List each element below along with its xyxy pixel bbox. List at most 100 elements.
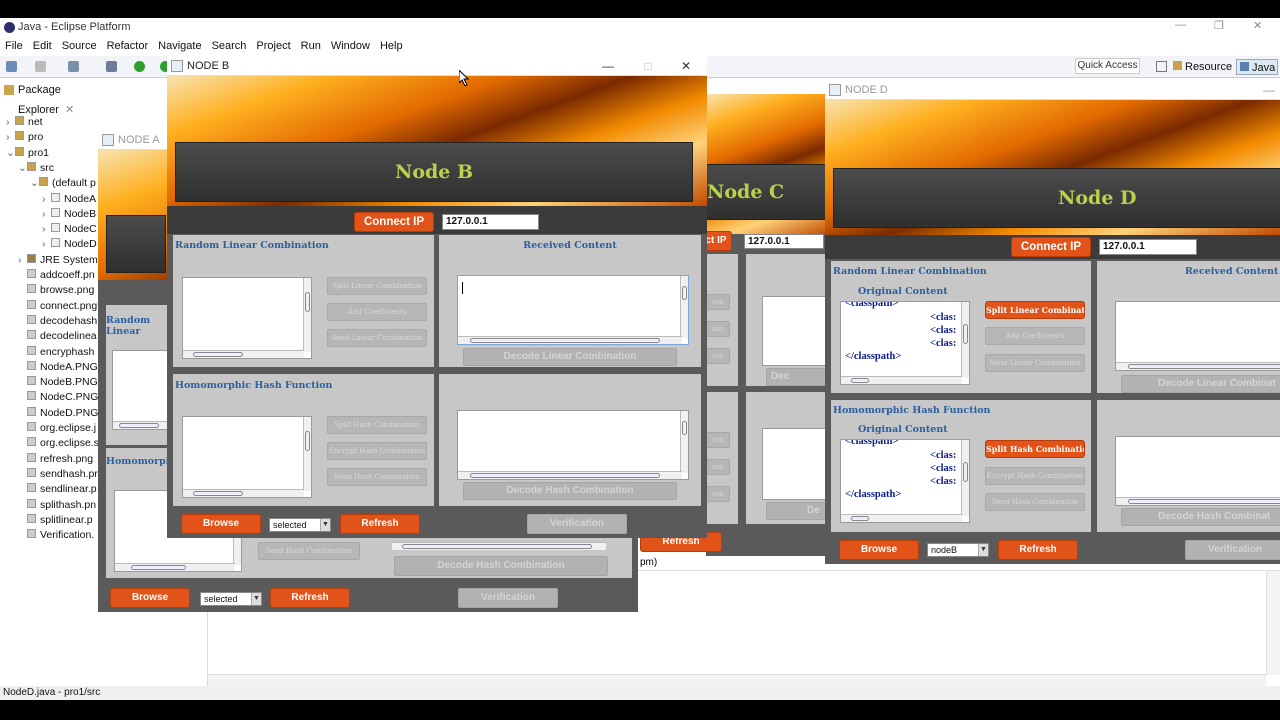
node-d-split-linear-button[interactable]: Split Linear Combination bbox=[985, 301, 1085, 319]
menu-item[interactable]: Search bbox=[207, 38, 252, 54]
node-b-connect-ip-button[interactable]: Connect IP bbox=[354, 212, 434, 232]
tree-item[interactable]: addcoeff.pn bbox=[18, 269, 95, 283]
node-d-linear-textarea[interactable]: <classpath> <clas: <clas: <clas: </class… bbox=[840, 301, 970, 385]
node-d-send-hash-button[interactable]: Send Hash Combination bbox=[985, 493, 1085, 511]
quick-access-field[interactable]: Quick Access bbox=[1075, 58, 1140, 74]
tree-item[interactable]: ⌄ (default p bbox=[30, 177, 96, 191]
tree-item[interactable]: decodehash bbox=[18, 314, 97, 329]
open-perspective-icon[interactable] bbox=[1156, 61, 1167, 72]
node-a-send-hash-button[interactable]: Send Hash Combination bbox=[258, 542, 360, 560]
node-d-ip-field[interactable]: 127.0.0.1 bbox=[1099, 239, 1197, 255]
node-c-decode-linear-button[interactable]: Dec bbox=[766, 368, 831, 386]
node-b-node-select[interactable]: selected ▼ bbox=[269, 518, 331, 532]
node-b-linear-textarea[interactable] bbox=[182, 277, 312, 359]
tree-item[interactable]: encryphash bbox=[18, 345, 94, 360]
node-b-send-linear-button[interactable]: Send Linear Combination bbox=[327, 329, 427, 347]
node-b-decode-linear-button[interactable]: Decode Linear Combination bbox=[463, 348, 677, 366]
node-a-verification-button[interactable]: Verification bbox=[458, 588, 558, 608]
tree-item[interactable]: ⌄ src bbox=[18, 161, 54, 176]
node-d-node-select[interactable]: nodeB ▼ bbox=[927, 543, 989, 557]
node-d-received-textarea[interactable] bbox=[1115, 301, 1280, 371]
tree-item[interactable]: ⌄ pro1 bbox=[6, 146, 49, 161]
node-c-received-textarea[interactable] bbox=[762, 296, 831, 366]
node-c-hash-received-textarea[interactable] bbox=[762, 428, 831, 500]
node-b-split-linear-button[interactable]: Split Linear Combination bbox=[327, 277, 427, 295]
chevron-icon[interactable]: ⌄ bbox=[6, 147, 15, 159]
node-b-encrypt-hash-button[interactable]: Encrypt Hash Combination bbox=[327, 442, 427, 460]
menu-item[interactable]: File bbox=[0, 38, 28, 54]
node-a-browse-button[interactable]: Browse bbox=[110, 588, 190, 608]
tree-item[interactable]: NodeA.PNG bbox=[18, 360, 98, 375]
tree-item[interactable]: › JRE System bbox=[18, 253, 98, 268]
tab-close-icon[interactable]: ✕ bbox=[65, 104, 74, 116]
close-icon[interactable]: ✕ bbox=[1253, 19, 1262, 32]
tree-item[interactable]: › NodeC bbox=[42, 223, 97, 237]
menu-item[interactable]: Help bbox=[375, 38, 408, 54]
node-c-btn-frag-6[interactable]: ion bbox=[706, 486, 730, 502]
node-d-split-hash-button[interactable]: Split Hash Combination bbox=[985, 440, 1085, 458]
package-explorer-tab[interactable]: Package Explorer ✕ bbox=[0, 80, 112, 116]
node-c-decode-hash-button[interactable]: De bbox=[766, 502, 831, 520]
tree-item[interactable]: sendlinear.p bbox=[18, 483, 97, 497]
node-d-decode-linear-button[interactable]: Decode Linear Combinat bbox=[1121, 375, 1280, 393]
tree-item[interactable]: › NodeD bbox=[42, 238, 97, 252]
node-c-btn-frag-1[interactable]: ion bbox=[706, 294, 730, 310]
node-b-decode-hash-button[interactable]: Decode Hash Combination bbox=[463, 482, 677, 500]
node-b-verification-button[interactable]: Verification bbox=[527, 514, 627, 534]
tree-item[interactable]: splithash.pn bbox=[18, 498, 96, 513]
menu-item[interactable]: Source bbox=[57, 38, 102, 54]
tree-item[interactable]: Verification. bbox=[18, 529, 94, 543]
tree-item[interactable]: org.eclipse.s bbox=[18, 437, 98, 451]
maximize-icon[interactable]: □ bbox=[634, 56, 662, 76]
node-b-hash-textarea[interactable] bbox=[182, 416, 312, 498]
tree-item[interactable]: org.eclipse.j bbox=[18, 422, 96, 436]
node-d-hash-textarea[interactable]: <classpath> <clas: <clas: <clas: </class… bbox=[840, 439, 970, 523]
menu-item[interactable]: Refactor bbox=[102, 38, 154, 54]
chevron-icon[interactable]: › bbox=[18, 254, 27, 266]
tree-item[interactable]: browse.png bbox=[18, 284, 94, 298]
maximize-icon[interactable]: ❐ bbox=[1214, 19, 1224, 32]
menu-item[interactable]: Edit bbox=[28, 38, 57, 54]
node-c-connect-button[interactable]: ct IP bbox=[706, 231, 732, 251]
console-icon[interactable] bbox=[68, 61, 79, 72]
node-d-connect-ip-button[interactable]: Connect IP bbox=[1011, 237, 1091, 257]
node-d-add-coefficients-button[interactable]: Add Coefficients bbox=[985, 327, 1085, 345]
node-d-verification-button[interactable]: Verification bbox=[1185, 540, 1280, 560]
menu-item[interactable]: Run bbox=[296, 38, 326, 54]
tree-item[interactable]: › NodeB bbox=[42, 207, 96, 222]
node-d-titlebar[interactable]: NODE D — bbox=[825, 80, 1280, 100]
chevron-icon[interactable]: › bbox=[6, 131, 15, 143]
node-b-add-coefficients-button[interactable]: Add Coefficients bbox=[327, 303, 427, 321]
chevron-icon[interactable]: › bbox=[42, 208, 51, 220]
editor-vscroll[interactable] bbox=[1266, 571, 1280, 675]
menu-item[interactable]: Window bbox=[326, 38, 375, 54]
node-c-ip-field[interactable]: 127.0.0.1 bbox=[744, 234, 824, 249]
node-c-btn-frag-2[interactable]: ion bbox=[706, 321, 730, 337]
run-icon[interactable] bbox=[134, 61, 145, 72]
node-a-node-select[interactable]: selected ▼ bbox=[200, 592, 262, 606]
tree-item[interactable]: splitlinear.p bbox=[18, 513, 93, 528]
tree-item[interactable]: › pro bbox=[6, 131, 43, 145]
node-d-send-linear-button[interactable]: Send Linear Combination bbox=[985, 354, 1085, 372]
node-d-decode-hash-button[interactable]: Decode Hash Combinat bbox=[1121, 508, 1280, 526]
tree-item[interactable]: NodeD.PNG bbox=[18, 406, 98, 421]
new-icon[interactable] bbox=[6, 61, 17, 72]
node-c-btn-frag-3[interactable]: ion bbox=[706, 348, 730, 364]
minimize-icon[interactable]: — bbox=[1255, 80, 1280, 100]
editor-hscroll[interactable] bbox=[208, 674, 1266, 686]
debug-icon[interactable] bbox=[106, 61, 117, 72]
node-b-split-hash-button[interactable]: Split Hash Combination bbox=[327, 416, 427, 434]
java-perspective[interactable]: Java bbox=[1236, 59, 1278, 75]
node-d-browse-button[interactable]: Browse bbox=[839, 540, 919, 560]
tree-item[interactable]: NodeB.PNG bbox=[18, 376, 98, 390]
node-b-received-textarea[interactable] bbox=[457, 275, 689, 345]
chevron-icon[interactable]: ⌄ bbox=[30, 177, 39, 189]
tree-item[interactable]: connect.png bbox=[18, 299, 97, 314]
node-b-refresh-button[interactable]: Refresh bbox=[340, 514, 420, 534]
node-d-hash-received-textarea[interactable] bbox=[1115, 436, 1280, 506]
node-c-btn-frag-4[interactable]: ion bbox=[706, 432, 730, 448]
tree-item[interactable]: refresh.png bbox=[18, 452, 93, 467]
node-b-hash-received-textarea[interactable] bbox=[457, 410, 689, 480]
menu-item[interactable]: Project bbox=[251, 38, 295, 54]
minimize-icon[interactable]: — bbox=[594, 56, 622, 76]
